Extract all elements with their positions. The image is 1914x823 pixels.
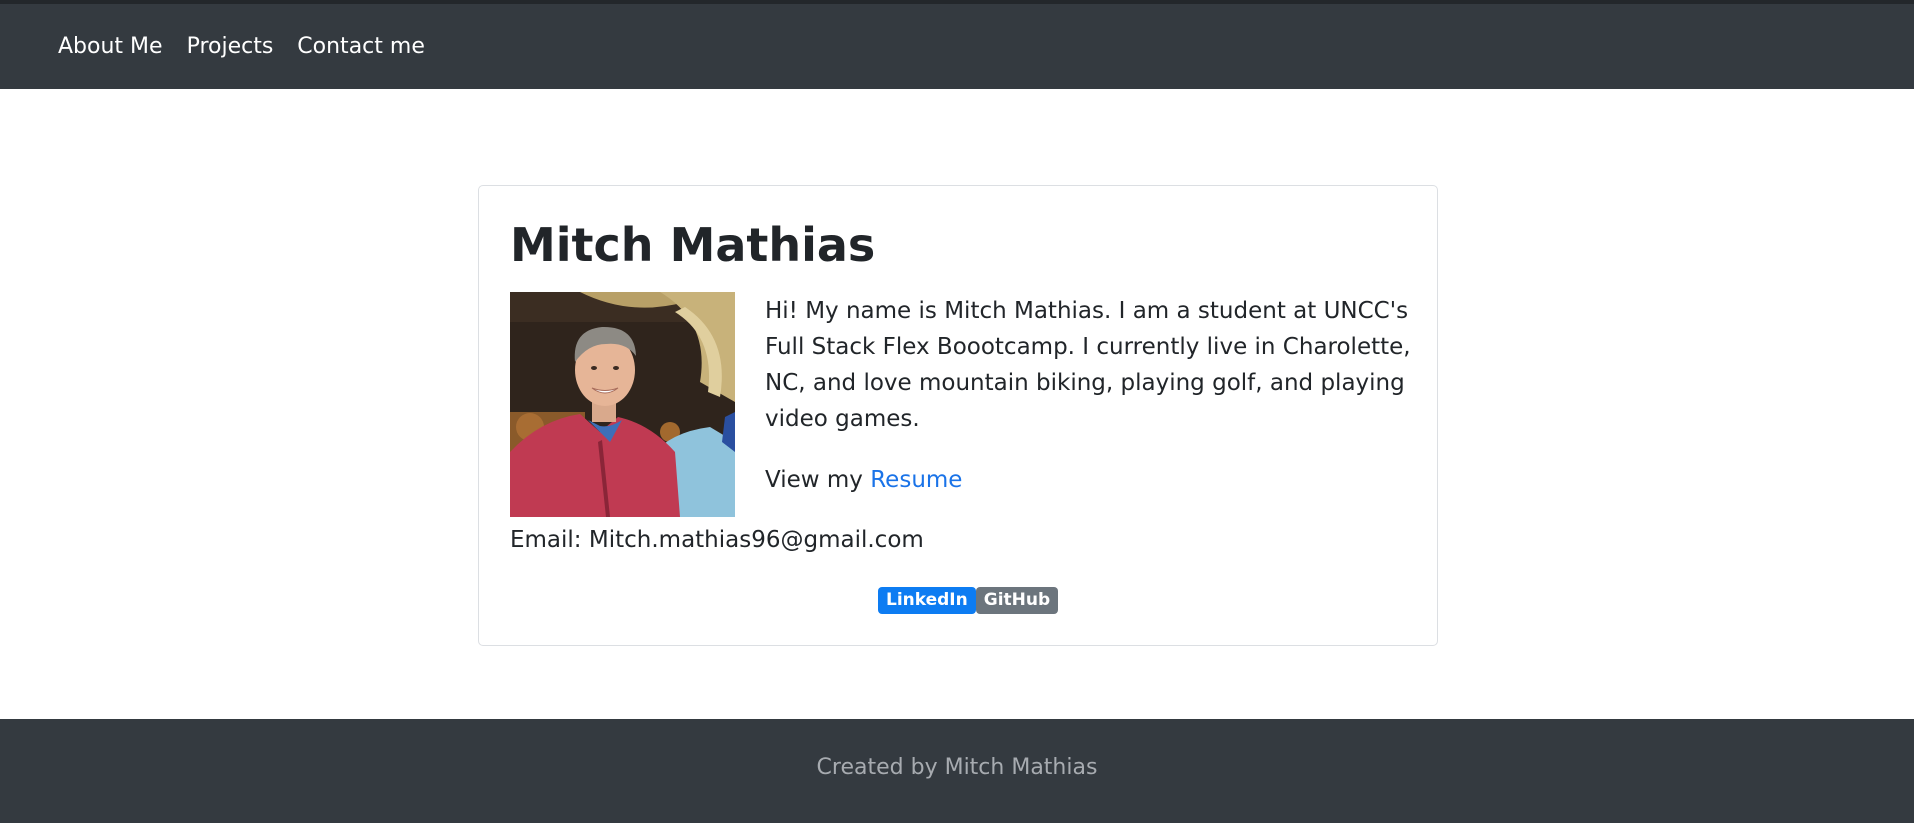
footer-text: Created by Mitch Mathias <box>816 754 1098 780</box>
email-text: Email: Mitch.mathias96@gmail.com <box>510 527 924 553</box>
navbar: About Me Projects Contact me <box>0 4 1914 89</box>
nav-projects[interactable]: Projects <box>187 34 274 59</box>
resume-link[interactable]: Resume <box>870 467 962 493</box>
profile-photo-image <box>510 292 735 517</box>
profile-card: Mitch Mathias Hi! My name is Mitch Mathi… <box>478 185 1438 646</box>
bio-text: Hi! My name is Mitch Mathias. I am a stu… <box>765 298 1411 432</box>
resume-prefix: View my <box>765 467 863 493</box>
resume-line: View my Resume <box>765 462 962 498</box>
linkedin-badge[interactable]: LinkedIn <box>878 587 976 614</box>
nav-about-me[interactable]: About Me <box>58 34 163 59</box>
profile-name: Mitch Mathias <box>510 218 876 272</box>
footer: Created by Mitch Mathias <box>0 719 1914 823</box>
social-badges: LinkedIn GitHub <box>878 587 1059 614</box>
profile-photo <box>510 292 735 517</box>
github-badge[interactable]: GitHub <box>975 587 1059 614</box>
nav-contact-me[interactable]: Contact me <box>297 34 425 59</box>
